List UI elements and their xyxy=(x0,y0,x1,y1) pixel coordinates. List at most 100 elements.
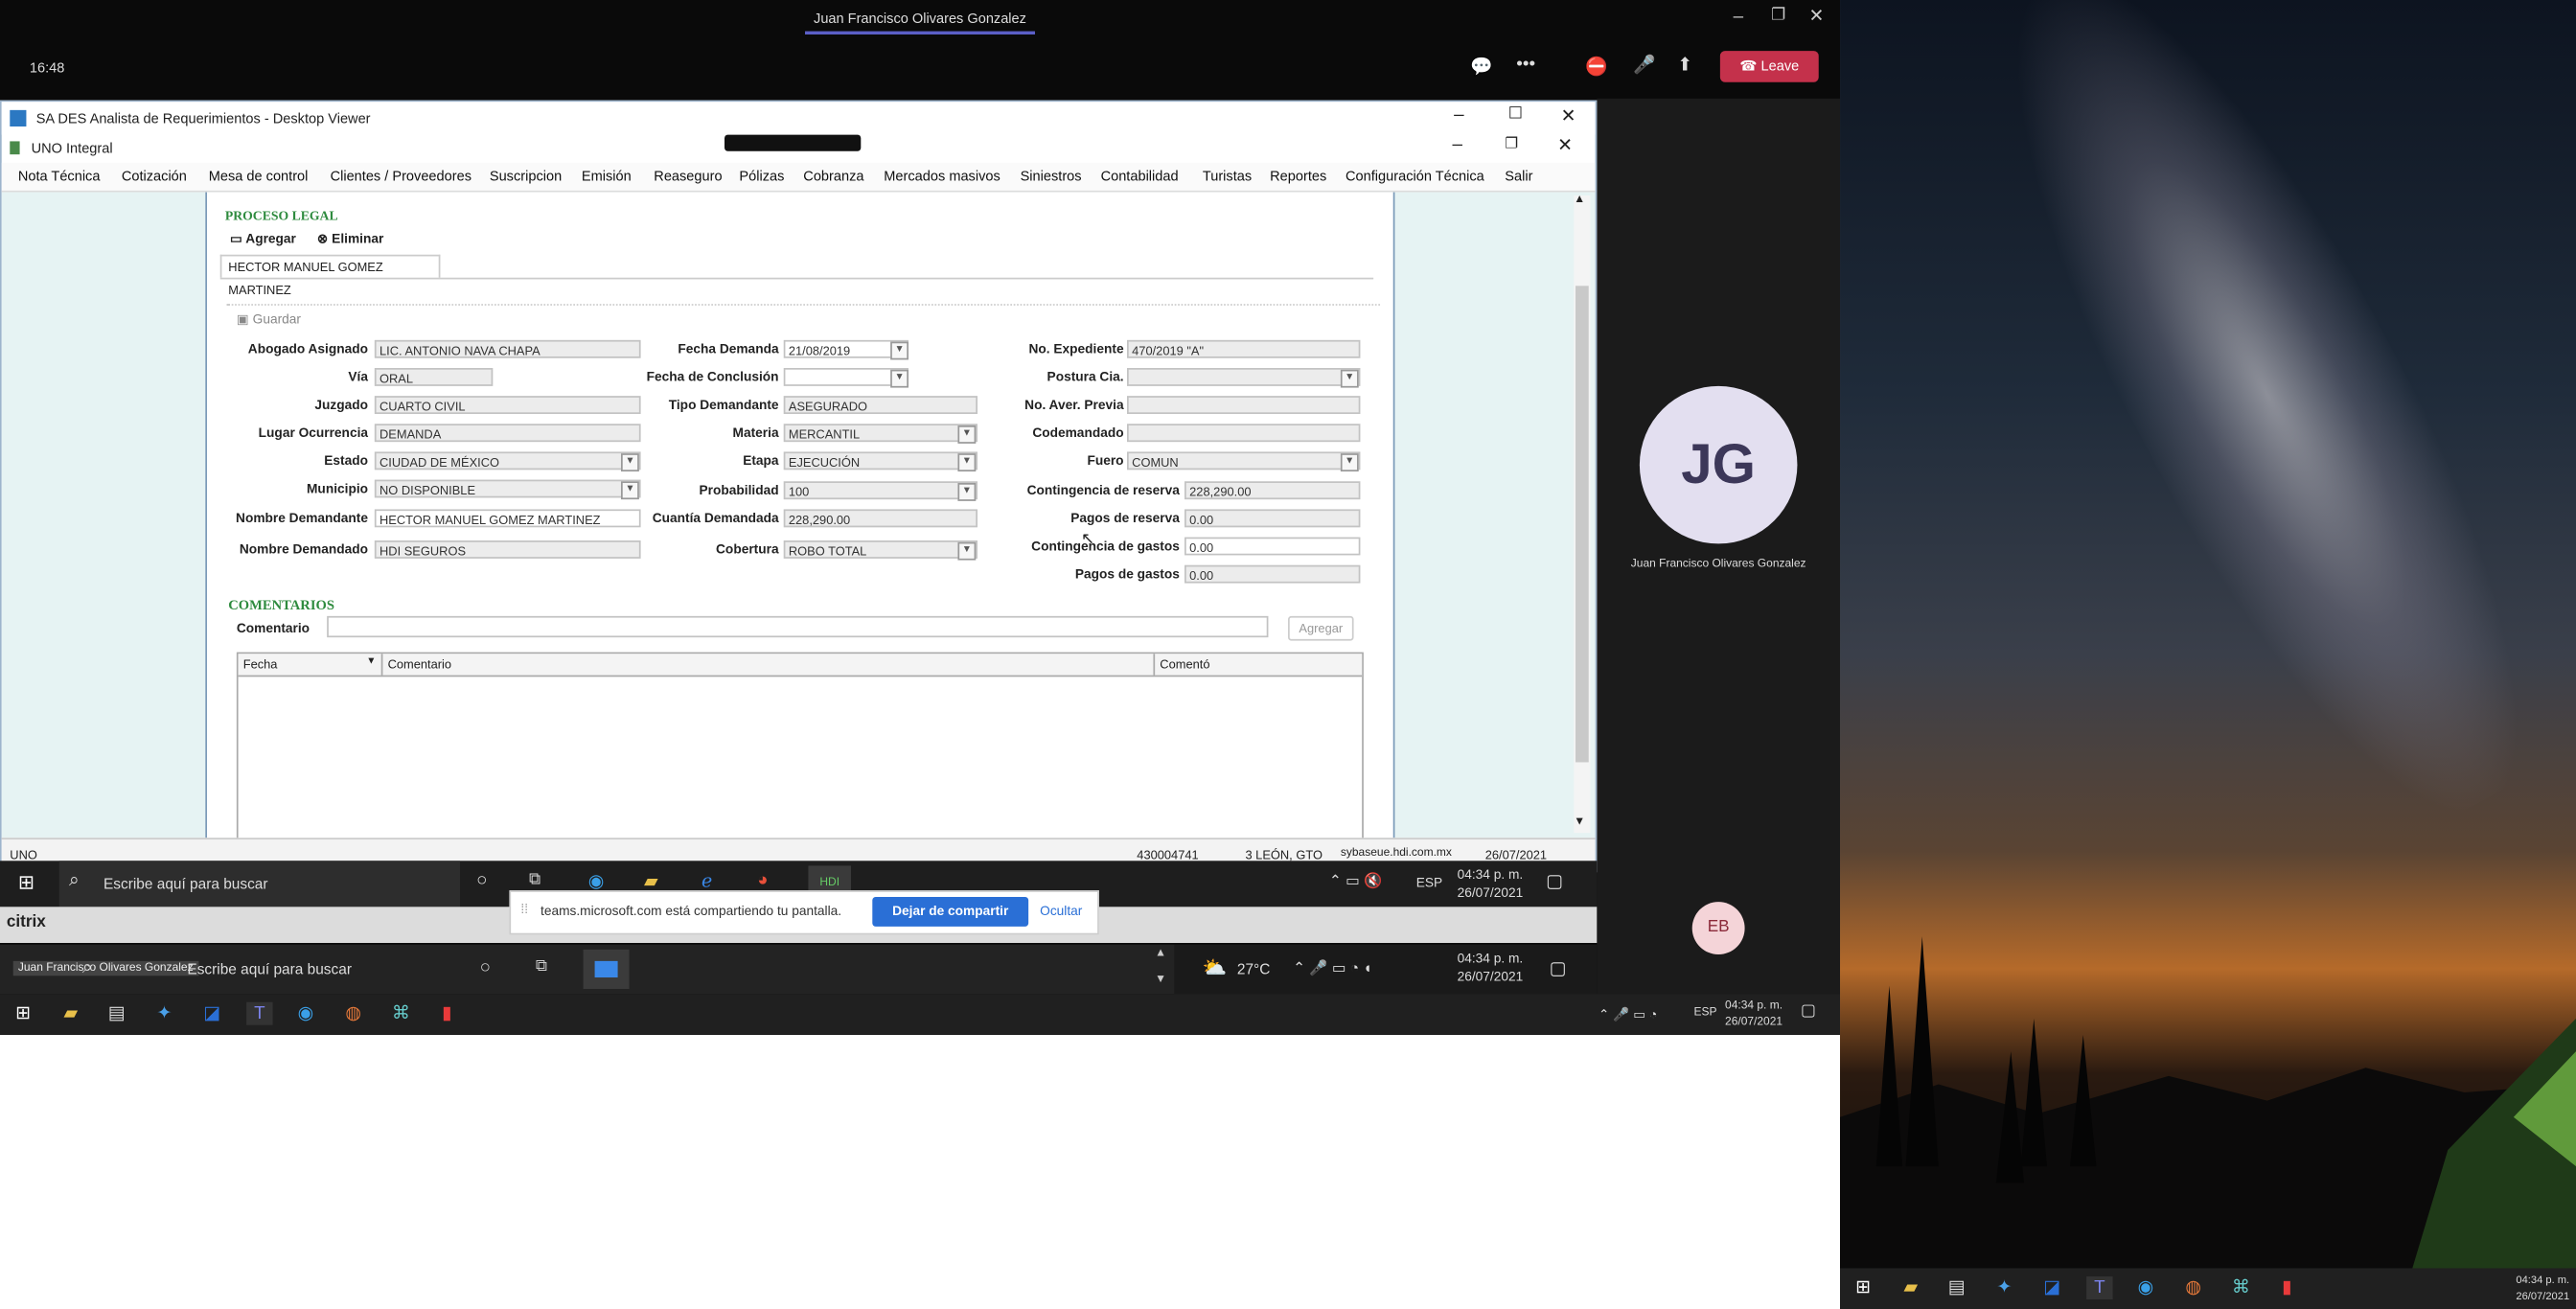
folder-icon[interactable]: ▰ xyxy=(58,1002,83,1025)
app-icon[interactable]: ✦ xyxy=(1991,1276,2017,1299)
windows-start-icon[interactable]: ⊞ xyxy=(1850,1276,1875,1299)
etapa-select[interactable]: EJECUCIÓN xyxy=(783,451,978,471)
minimize-icon[interactable]: – xyxy=(1734,7,1744,27)
scroll-thumb[interactable] xyxy=(1576,286,1589,763)
participant-avatar[interactable]: JG xyxy=(1639,385,1798,544)
remote-lang[interactable]: ESP xyxy=(1416,876,1442,890)
cortana-icon[interactable]: ○ xyxy=(476,871,487,891)
demandante-field[interactable]: HECTOR MANUEL GOMEZ MARTINEZ xyxy=(374,509,641,528)
scroll-down-icon[interactable]: ▼ xyxy=(1155,975,1166,986)
comment-add-button[interactable]: Agregar xyxy=(1288,615,1354,641)
aver-field[interactable] xyxy=(1127,396,1361,415)
hide-link[interactable]: Ocultar xyxy=(1040,904,1082,918)
folder-icon[interactable]: ▰ xyxy=(1898,1276,1923,1299)
calendar-dropdown-icon[interactable]: ▼ xyxy=(890,369,909,388)
pagos-gastos-field[interactable]: 0.00 xyxy=(1184,564,1361,584)
acrobat-icon[interactable]: ▮ xyxy=(2274,1276,2300,1299)
chevron-down-icon[interactable]: ▼ xyxy=(957,453,977,472)
menu-clientes-proveedores[interactable]: Clientes / Proveedores xyxy=(331,168,472,184)
network-tool-icon[interactable]: ⌘ xyxy=(2228,1276,2254,1299)
edge-icon[interactable]: ◉ xyxy=(2132,1276,2158,1299)
cobertura-select[interactable]: ROBO TOTAL xyxy=(783,540,978,559)
calendar-dropdown-icon[interactable]: ▼ xyxy=(890,341,909,360)
app-icon[interactable]: ✦ xyxy=(151,1002,177,1025)
leave-button[interactable]: ☎ Leave xyxy=(1719,51,1819,82)
other-participant-avatar[interactable]: EB xyxy=(1691,902,1745,955)
outlook-icon[interactable]: ◪ xyxy=(2038,1276,2064,1299)
edge-icon[interactable]: ◉ xyxy=(292,1002,318,1025)
menu-contabilidad[interactable]: Contabilidad xyxy=(1101,168,1179,184)
cortana-icon[interactable]: ○ xyxy=(480,957,491,977)
scroll-up-icon[interactable]: ▲ xyxy=(1155,948,1166,959)
windows-start-icon[interactable]: ⊞ xyxy=(10,1002,35,1025)
app-restore-icon[interactable]: ❐ xyxy=(1505,135,1518,153)
juzgado-field[interactable]: CUARTO CIVIL xyxy=(374,396,641,415)
menu-salir[interactable]: Salir xyxy=(1505,168,1532,184)
expediente-field[interactable]: 470/2019 "A" xyxy=(1127,339,1361,358)
menu-turistas[interactable]: Turistas xyxy=(1203,168,1252,184)
task-view-icon[interactable]: ⧉ xyxy=(529,871,540,889)
stop-sharing-button[interactable]: Dejar de compartir xyxy=(872,897,1029,927)
fuero-select[interactable]: COMUN xyxy=(1127,451,1361,471)
folder-icon[interactable]: ▰ xyxy=(644,871,658,892)
col-comento[interactable]: Comentó xyxy=(1160,657,1209,672)
scroll-up-icon[interactable]: ▲ xyxy=(1574,194,1585,205)
firefox-icon[interactable]: ◍ xyxy=(2180,1276,2206,1299)
add-button[interactable]: ▭ Agregar xyxy=(230,232,296,246)
menu-suscripcion[interactable]: Suscripcion xyxy=(490,168,562,184)
acrobat-icon[interactable]: ▮ xyxy=(434,1002,460,1025)
sort-icon[interactable]: ▼ xyxy=(366,657,376,667)
notes-icon[interactable]: ▤ xyxy=(1944,1276,1969,1299)
tray-icons[interactable]: ⌃ 🎤 ▭ ◔ ◖ xyxy=(1293,959,1372,977)
app-close-icon[interactable]: ✕ xyxy=(1557,135,1573,156)
remote-clock[interactable]: 04:34 p. m. 26/07/2021 xyxy=(1458,865,1524,902)
menu-cotizacion[interactable]: Cotización xyxy=(122,168,187,184)
second-clock[interactable]: 04:34 p. m. 26/07/2021 xyxy=(2500,1274,2569,1306)
comment-input[interactable] xyxy=(327,615,1269,638)
maximize-icon[interactable]: ☐ xyxy=(1508,105,1523,124)
chevron-down-icon[interactable]: ▼ xyxy=(957,541,977,561)
weather-temp[interactable]: 27°C xyxy=(1237,961,1270,977)
network-tool-icon[interactable]: ⌘ xyxy=(388,1002,414,1025)
via-field[interactable]: ORAL xyxy=(374,368,494,386)
close-icon[interactable]: ✕ xyxy=(1561,105,1576,126)
chevron-down-icon[interactable]: ▼ xyxy=(957,425,977,444)
notification-icon[interactable]: ▢ xyxy=(1546,871,1563,892)
col-comentario[interactable]: Comentario xyxy=(388,657,451,672)
scroll-down-icon[interactable]: ▼ xyxy=(1574,816,1585,828)
menu-cobranza[interactable]: Cobranza xyxy=(803,168,863,184)
outlook-icon[interactable]: ◪ xyxy=(198,1002,224,1025)
windows-start-icon[interactable]: ⊞ xyxy=(18,871,34,894)
materia-select[interactable]: MERCANTIL xyxy=(783,424,978,443)
menu-emision[interactable]: Emisión xyxy=(582,168,632,184)
menu-mercados-masivos[interactable]: Mercados masivos xyxy=(884,168,1000,184)
menu-reportes[interactable]: Reportes xyxy=(1270,168,1326,184)
menu-mesa-de-control[interactable]: Mesa de control xyxy=(209,168,309,184)
cuantia-field[interactable]: 228,290.00 xyxy=(783,509,978,528)
chrome-icon[interactable]: ◕ xyxy=(757,871,768,891)
contingencia-reserva-field[interactable]: 228,290.00 xyxy=(1184,481,1361,500)
menu-reaseguro[interactable]: Reaseguro xyxy=(654,168,722,184)
save-button[interactable]: ▣ Guardar xyxy=(237,312,301,327)
teams-icon[interactable]: T xyxy=(2086,1276,2113,1300)
delete-button[interactable]: ⊗ Eliminar xyxy=(317,232,383,246)
main-clock[interactable]: 04:34 p. m. 26/07/2021 xyxy=(1725,999,1782,1031)
tray-icons[interactable]: ⌃ 🎤 ▭ ◔ xyxy=(1598,1007,1657,1022)
contingencia-gastos-field[interactable]: 0.00 xyxy=(1184,537,1361,556)
tray-icons[interactable]: ⌃ ▭ 🔇 xyxy=(1329,872,1382,890)
col-fecha[interactable]: Fecha xyxy=(243,657,278,672)
drag-handle-icon[interactable]: ⁞⁞ xyxy=(520,902,528,916)
task-view-icon[interactable]: ⧉ xyxy=(536,957,547,976)
pagos-reserva-field[interactable]: 0.00 xyxy=(1184,509,1361,528)
teams-icon[interactable]: T xyxy=(246,1001,273,1025)
chevron-down-icon[interactable]: ▼ xyxy=(957,483,977,501)
tipo-demandante-field[interactable]: ASEGURADO xyxy=(783,396,978,415)
notification-icon[interactable]: ▢ xyxy=(1550,957,1567,979)
main-lang[interactable]: ESP xyxy=(1693,1007,1716,1019)
menu-siniestros[interactable]: Siniestros xyxy=(1021,168,1082,184)
tab-claimant[interactable]: HECTOR MANUEL GOMEZ MARTINEZ xyxy=(219,254,441,297)
app-minimize-icon[interactable]: – xyxy=(1452,135,1462,155)
search-box[interactable]: ⌕ Escribe aquí para buscar xyxy=(72,945,463,994)
camera-off-icon[interactable]: ⛔ xyxy=(1585,56,1607,78)
probabilidad-select[interactable]: 100 xyxy=(783,481,978,500)
